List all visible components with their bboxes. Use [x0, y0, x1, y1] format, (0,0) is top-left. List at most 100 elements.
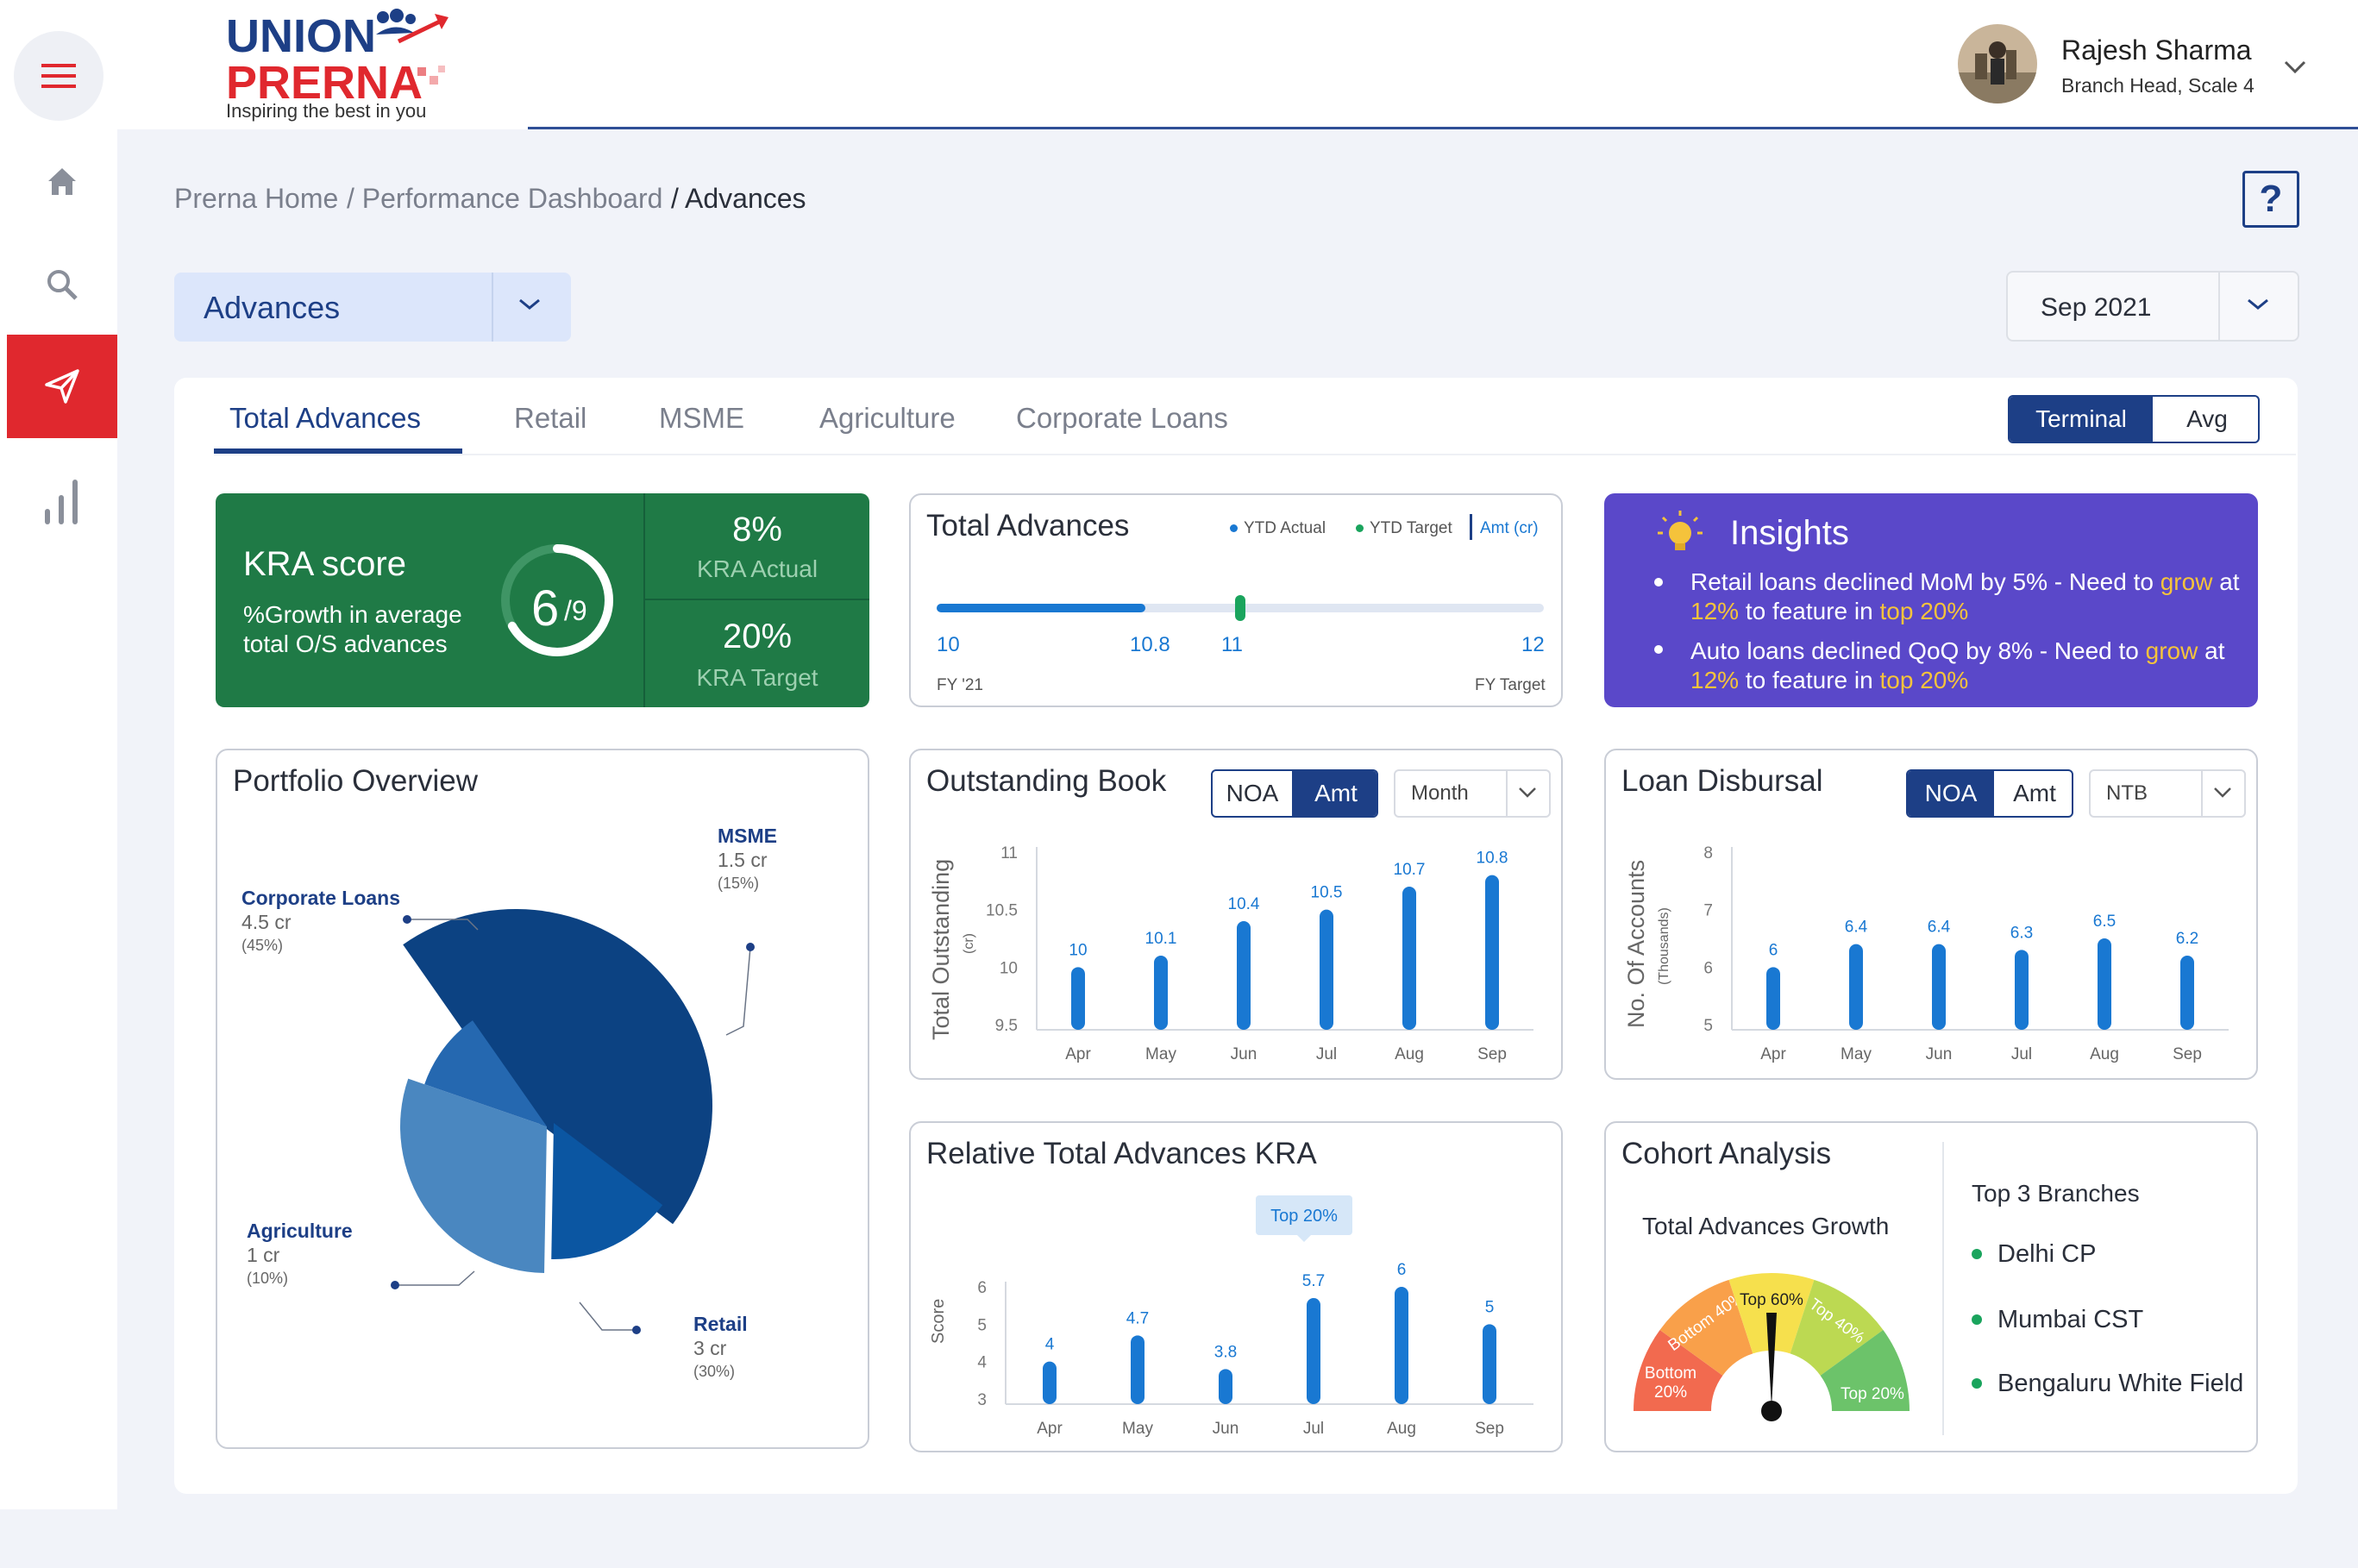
kra-score-card: KRA score %Growth in average total O/S a… — [216, 493, 869, 707]
legend-dot-actual — [1230, 524, 1238, 532]
kra-target-value: 20% — [722, 618, 793, 655]
tab-retail[interactable]: Retail — [514, 402, 586, 435]
help-button[interactable]: ? — [2242, 171, 2299, 228]
sidebar-item-advances[interactable] — [7, 335, 117, 438]
user-name: Rajesh Sharma — [2061, 34, 2252, 66]
chevron-down-icon[interactable] — [2284, 60, 2306, 74]
data-label: 4.7 — [1126, 1309, 1149, 1327]
section-select-value: Advances — [204, 290, 341, 325]
bar — [1483, 1324, 1496, 1404]
bar — [1237, 921, 1251, 1030]
y-tick-label: 7 — [1703, 902, 1713, 920]
section-select[interactable]: Advances — [174, 273, 571, 342]
tab-msme[interactable]: MSME — [659, 402, 744, 435]
data-label: 3.8 — [1214, 1343, 1237, 1361]
x-tick-label: Sep — [2173, 1045, 2202, 1063]
cohort-analysis-card: Cohort Analysis Total Advances Growth Bo… — [1604, 1121, 2258, 1452]
breadcrumb-current: / Advances — [671, 183, 806, 214]
kra-actual-value: 8% — [732, 511, 782, 549]
toggle-terminal[interactable]: Terminal — [2010, 397, 2153, 442]
cohort-subtitle: Total Advances Growth — [1642, 1213, 1890, 1239]
disbursal-bar-chart: No. Of Accounts (Thousands) 5 6 7 8 6 Apr 6.4 M… — [1623, 844, 2229, 1063]
home-icon — [48, 168, 76, 195]
logo-brand-top: UNION — [226, 10, 376, 62]
sidebar-item-home[interactable] — [7, 129, 117, 233]
bullet — [1654, 645, 1663, 654]
kra-score-denominator: /9 — [564, 595, 587, 626]
bar-chart-icon — [45, 480, 78, 524]
breadcrumb-home[interactable]: Prerna Home — [174, 183, 338, 215]
bar — [1131, 1335, 1145, 1404]
x-tick-label: Jun — [1231, 1045, 1257, 1063]
data-label: 6.3 — [2010, 924, 2033, 942]
progress-label-start: 10 — [937, 633, 960, 656]
portfolio-overview-card: Portfolio Overview Corporate Loans 4.5 c… — [216, 749, 869, 1449]
y-tick-label: 4 — [977, 1354, 987, 1372]
kra-title: KRA score — [243, 545, 406, 583]
sidebar-item-search[interactable] — [7, 233, 117, 336]
data-label: 10.4 — [1228, 895, 1260, 913]
data-label: 10 — [1069, 941, 1087, 959]
segment-value-corporate: 4.5 cr — [241, 911, 292, 933]
ytd-target-marker — [1235, 595, 1245, 621]
menu-button[interactable] — [14, 31, 103, 121]
legend-ytd-target: YTD Target — [1370, 519, 1452, 537]
search-icon — [47, 270, 78, 300]
branch-item: Delhi CP — [1997, 1240, 2097, 1268]
bar — [1766, 967, 1780, 1030]
header-divider — [528, 127, 2358, 129]
bar — [2098, 938, 2111, 1030]
bar — [1071, 967, 1085, 1030]
header: UNION PRERNA Inspiring the best in you R… — [0, 0, 2358, 129]
segment-pct-corporate: (45%) — [241, 937, 284, 954]
toggle-avg[interactable]: Avg — [2153, 397, 2258, 442]
insight-item: Auto loans declined QoQ by 8% - Need to … — [1690, 637, 2225, 693]
data-label: 6 — [1397, 1261, 1407, 1279]
data-label: 6.4 — [1845, 919, 1868, 937]
tab-total-advances[interactable]: Total Advances — [229, 402, 421, 435]
segment-value-agriculture: 1 cr — [247, 1244, 280, 1266]
top3-title: Top 3 Branches — [1972, 1180, 2140, 1207]
logo-tagline: Inspiring the best in you — [226, 100, 426, 122]
data-label: 6.2 — [2176, 930, 2198, 948]
tabs-divider — [214, 454, 2296, 455]
breadcrumb-performance-dashboard[interactable]: / Performance Dashboard — [347, 183, 662, 215]
sidebar-item-reports[interactable] — [7, 450, 117, 554]
user-role: Branch Head, Scale 4 — [2061, 74, 2255, 97]
hamburger-icon — [41, 64, 76, 88]
month-select[interactable]: Sep 2021 — [2006, 271, 2299, 342]
total-advances-card: Total Advances YTD Actual YTD Target Amt… — [909, 493, 1563, 707]
segment-value-msme: 1.5 cr — [718, 849, 768, 871]
y-tick-label: 10.5 — [986, 902, 1018, 920]
x-tick-label: Apr — [1760, 1045, 1786, 1063]
bar — [1043, 1361, 1057, 1404]
bar — [1395, 1287, 1408, 1404]
bar — [2180, 956, 2194, 1030]
avatar[interactable] — [1958, 24, 2037, 103]
y-axis-label: Total Outstanding — [928, 859, 954, 1040]
x-tick-label: Jul — [1316, 1045, 1337, 1063]
insights-card: Insights Retail loans declined MoM by 5%… — [1604, 493, 2258, 707]
bullet — [1972, 1249, 1982, 1259]
segment-name-agriculture: Agriculture — [247, 1220, 353, 1242]
portfolio-pie-chart — [391, 909, 755, 1334]
branch-item: Bengaluru White Field — [1997, 1370, 2244, 1397]
y-tick-label: 11 — [1000, 844, 1018, 862]
tab-agriculture[interactable]: Agriculture — [819, 402, 956, 435]
y-axis-label: No. Of Accounts — [1623, 860, 1649, 1028]
logo: UNION PRERNA Inspiring the best in you — [223, 7, 455, 122]
progress-label-actual: 10.8 — [1130, 633, 1170, 656]
data-label: 6 — [1769, 941, 1778, 959]
data-label: 10.1 — [1145, 930, 1177, 948]
relative-kra-card: Relative Total Advances KRA Score Top 20… — [909, 1121, 1563, 1452]
legend-separator — [1470, 514, 1472, 540]
y-axis-label: Score — [929, 1299, 948, 1344]
tab-corporate-loans[interactable]: Corporate Loans — [1016, 402, 1228, 435]
divider — [645, 599, 869, 600]
send-icon — [45, 369, 79, 404]
bar — [1849, 944, 1863, 1030]
legend-dot-target — [1356, 524, 1364, 532]
x-tick-label: May — [1122, 1420, 1153, 1438]
data-label: 5 — [1485, 1298, 1495, 1316]
card-title: Cohort Analysis — [1621, 1137, 1832, 1170]
